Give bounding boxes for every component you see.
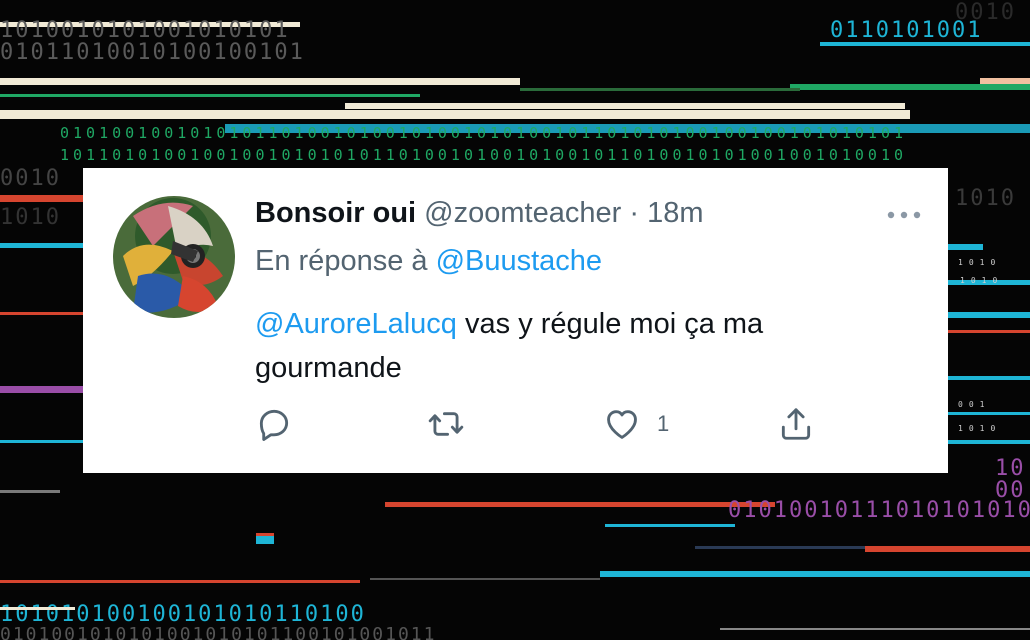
reply-icon <box>259 409 289 441</box>
bg-bar <box>600 571 1030 577</box>
share-icon <box>781 408 811 440</box>
bg-binary-row: 0010 <box>0 166 61 191</box>
bg-bar <box>948 440 1030 444</box>
display-name[interactable]: Bonsoir oui <box>255 197 416 229</box>
tweet-header: Bonsoir oui @zoomteacher · 18m <box>255 194 703 232</box>
bg-binary-row: 01010010111010101010 <box>728 498 1030 523</box>
bg-bar <box>0 243 83 248</box>
bg-bar <box>370 578 600 580</box>
bg-binary-row: 0101001001010101101001010010100101010010… <box>60 124 907 142</box>
reply-prefix: En réponse à <box>255 245 428 277</box>
more-horizontal-icon <box>887 211 921 219</box>
bg-bar <box>0 386 83 393</box>
bg-binary-row: 0101001010101001010101100101001011 <box>0 624 437 640</box>
bg-bar <box>0 440 83 443</box>
bg-bar <box>790 84 1030 90</box>
like-count: 1 <box>657 411 670 436</box>
bg-bar <box>948 244 983 250</box>
bg-binary-row: 1011010100100100101010101101001010010100… <box>60 146 907 164</box>
bg-binary-row: 01011010010100100101 <box>0 40 305 65</box>
bg-bar <box>0 607 75 610</box>
avatar[interactable] <box>113 196 235 318</box>
bg-binary-row: 1010 <box>0 205 61 230</box>
reply-to-link[interactable]: @Buustache <box>436 245 602 277</box>
bg-bar <box>0 580 360 583</box>
bg-bar <box>948 412 1030 415</box>
bg-bar <box>0 195 83 202</box>
bg-bar <box>820 42 1030 46</box>
bg-bar <box>345 103 905 109</box>
bg-bar <box>605 524 735 527</box>
timestamp[interactable]: 18m <box>647 197 703 229</box>
mention-link[interactable]: @AuroreLalucq <box>255 308 457 340</box>
share-button[interactable] <box>777 404 815 444</box>
more-options-button[interactable] <box>886 198 922 226</box>
bg-bar <box>0 94 420 97</box>
heart-icon <box>607 410 637 439</box>
tweet-actions: 1 <box>255 404 815 444</box>
bg-binary-row: 0110101001 <box>830 18 983 43</box>
bg-bar <box>385 502 775 507</box>
bg-binary-row: 001 <box>958 400 991 409</box>
bg-binary-row: 1010 <box>958 258 1002 267</box>
tweet-card[interactable]: Bonsoir oui @zoomteacher · 18m En répons… <box>83 168 948 473</box>
like-button[interactable]: 1 <box>603 404 669 444</box>
bg-binary-row: 1010 <box>958 424 1002 433</box>
reply-context: En réponse à @Buustache <box>255 242 602 280</box>
bg-bar <box>0 110 910 119</box>
bg-bar <box>948 376 1030 380</box>
bg-binary-row: 1010 <box>960 276 1004 285</box>
retweet-button[interactable] <box>427 404 465 444</box>
bg-bar <box>520 88 800 91</box>
handle[interactable]: @zoomteacher <box>424 197 621 229</box>
tweet-text: @AuroreLalucq vas y régule moi ça ma gou… <box>255 302 895 390</box>
bg-bar <box>865 546 1030 552</box>
tweet-body-line2: gourmande <box>255 352 402 384</box>
bg-bar <box>948 312 1030 318</box>
bg-bar <box>0 312 83 315</box>
reply-button[interactable] <box>255 404 293 444</box>
tweet-body-line1: vas y régule moi ça ma <box>465 308 764 340</box>
separator: · <box>629 197 639 229</box>
avatar-image <box>113 196 235 318</box>
bg-bar <box>948 330 1030 333</box>
bg-bar <box>0 490 60 493</box>
bg-binary-row: 1010 <box>955 186 1016 211</box>
bg-bar <box>0 78 520 85</box>
retweet-icon <box>428 412 464 436</box>
bg-glitch-block <box>256 533 274 544</box>
bg-bar <box>720 628 1030 630</box>
